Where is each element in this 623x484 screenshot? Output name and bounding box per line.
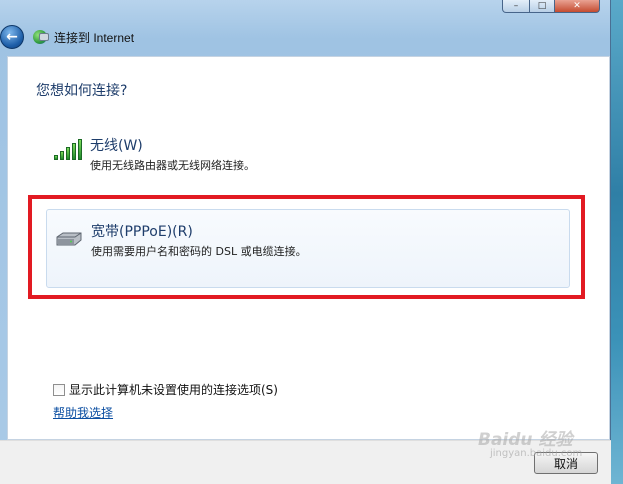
cancel-button[interactable]: 取消 bbox=[534, 452, 598, 474]
option-broadband-title: 宽带(PPPoE)(R) bbox=[91, 224, 193, 240]
option-broadband[interactable]: 宽带(PPPoE)(R) 使用需要用户名和密码的 DSL 或电缆连接。 bbox=[46, 209, 570, 288]
dialog-window: – □ ✕ ← 连接到 Internet 您想如何连接? 无线(W) 使用无线路… bbox=[0, 0, 611, 484]
window-title: 连接到 Internet bbox=[54, 31, 135, 45]
option-wireless-title: 无线(W) bbox=[90, 138, 143, 154]
option-wireless[interactable]: 无线(W) 使用无线路由器或无线网络连接。 bbox=[46, 130, 576, 180]
show-options-checkbox-row[interactable]: 显示此计算机未设置使用的连接选项(S) bbox=[53, 381, 278, 398]
page-question: 您想如何连接? bbox=[36, 83, 128, 99]
show-options-label: 显示此计算机未设置使用的连接选项(S) bbox=[69, 383, 278, 397]
desktop-background bbox=[611, 0, 623, 484]
content-panel: 您想如何连接? 无线(W) 使用无线路由器或无线网络连接。 宽带(PPPoE)(… bbox=[7, 56, 610, 440]
back-arrow-icon[interactable]: ← bbox=[0, 25, 24, 49]
caption-buttons: – □ ✕ bbox=[502, 0, 600, 13]
maximize-button[interactable]: □ bbox=[530, 0, 555, 13]
network-globe-icon bbox=[33, 30, 49, 44]
help-me-choose-link[interactable]: 帮助我选择 bbox=[53, 404, 113, 421]
option-broadband-description: 使用需要用户名和密码的 DSL 或电缆连接。 bbox=[91, 245, 307, 258]
dialog-footer: 取消 bbox=[0, 440, 611, 484]
minimize-button[interactable]: – bbox=[502, 0, 530, 13]
option-wireless-description: 使用无线路由器或无线网络连接。 bbox=[90, 159, 255, 172]
wireless-signal-icon bbox=[54, 136, 84, 160]
title-toolbar: ← 连接到 Internet bbox=[0, 20, 611, 54]
broadband-modem-icon bbox=[56, 232, 82, 246]
show-options-checkbox[interactable] bbox=[53, 383, 65, 396]
close-button[interactable]: ✕ bbox=[555, 0, 600, 13]
